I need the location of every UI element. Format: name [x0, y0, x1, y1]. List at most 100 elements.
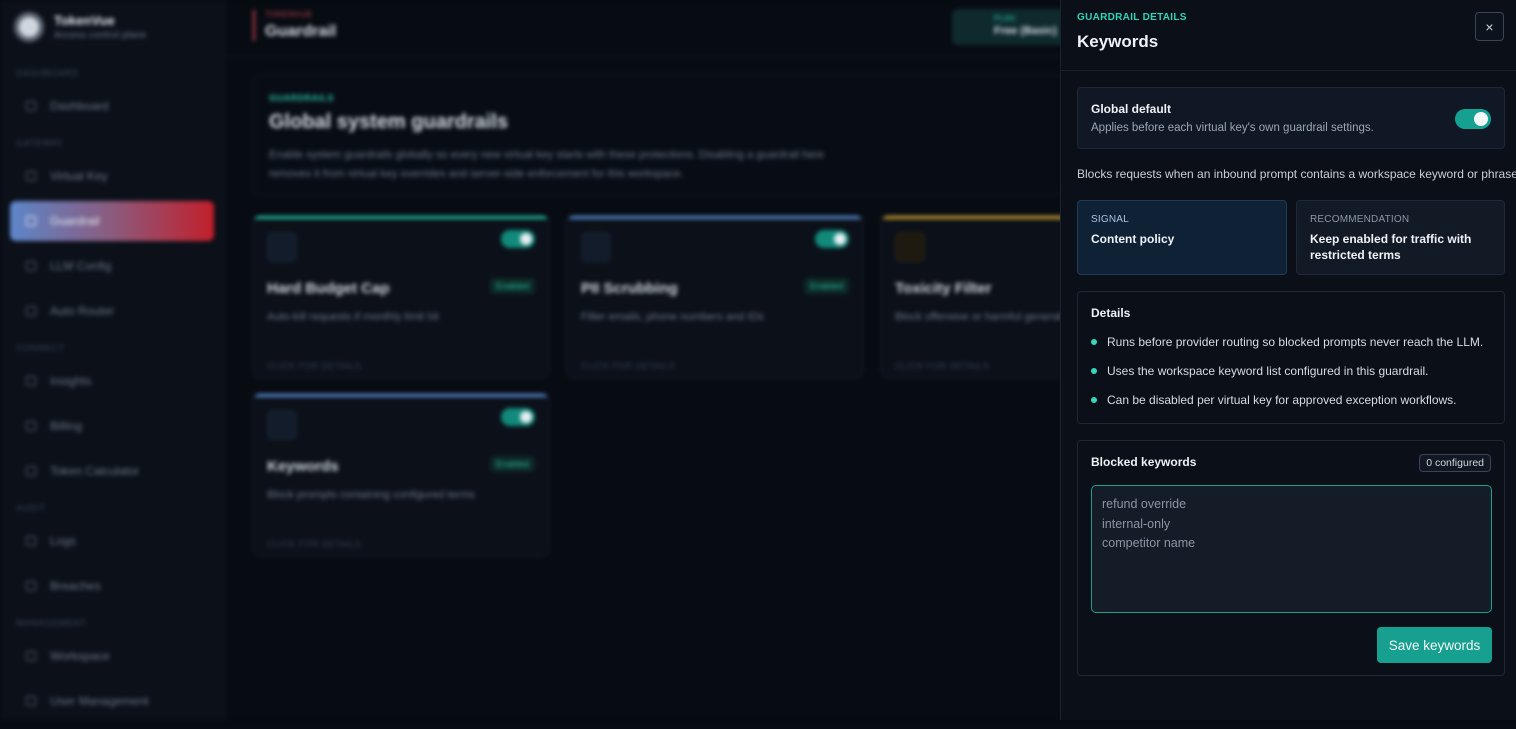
global-default-subtitle: Applies before each virtual key's own gu… — [1091, 122, 1374, 134]
panel-header: GUARDRAIL DETAILS Keywords × — [1061, 0, 1516, 71]
close-icon: × — [1485, 18, 1494, 35]
card-accent-bar — [567, 216, 863, 219]
sidebar-item-label: Billing — [50, 419, 83, 433]
card-details-link[interactable]: CLICK FOR DETAILS — [267, 539, 535, 549]
save-keywords-button[interactable]: Save keywords — [1377, 627, 1492, 663]
sidebar-item-llm-config[interactable]: LLM Config — [10, 246, 214, 286]
global-default-title: Global default — [1091, 102, 1172, 116]
details-item-text: Uses the workspace keyword list configur… — [1107, 364, 1429, 378]
sidebar-item-label: User Management — [50, 694, 149, 708]
key-icon — [26, 171, 36, 181]
sidebar-item-billing[interactable]: Billing — [10, 406, 214, 446]
details-item-text: Runs before provider routing so blocked … — [1107, 335, 1484, 349]
chart-icon — [26, 376, 36, 386]
details-title: Details — [1091, 306, 1131, 320]
signal-card: SIGNAL Content policy — [1077, 200, 1287, 275]
global-default-setting: Global default Applies before each virtu… — [1077, 87, 1505, 149]
sidebar-item-dashboard[interactable]: Dashboard — [10, 86, 214, 126]
hero-title: Global system guardrails — [269, 111, 508, 133]
shield-icon — [895, 232, 925, 262]
signal-value: Content policy — [1091, 232, 1175, 246]
recommendation-card: RECOMMENDATION Keep enabled for traffic … — [1296, 200, 1505, 275]
sidebar-item-workspace[interactable]: Workspace — [10, 636, 214, 676]
plan-badge[interactable]: PLAN Free (Basic) — [952, 9, 1072, 45]
keywords-textarea[interactable] — [1091, 485, 1492, 613]
sidebar-item-user-management[interactable]: User Management — [10, 681, 214, 721]
card-description: Auto-kill requests if monthly limit hit — [267, 311, 439, 323]
guardrail-description: Blocks requests when an inbound prompt c… — [1077, 167, 1516, 181]
brand-name: TokenVue — [54, 13, 115, 28]
grid-icon — [26, 101, 36, 111]
page-title: Guardrail — [265, 23, 337, 40]
sliders-icon — [26, 261, 36, 271]
users-icon — [26, 696, 36, 706]
sidebar-item-label: Workspace — [50, 649, 110, 663]
card-description: Block prompts containing configured term… — [267, 489, 475, 501]
nav-section-connect: Connect — [16, 343, 65, 353]
details-list: Runs before provider routing so blocked … — [1091, 334, 1491, 421]
card-toggle[interactable] — [815, 230, 849, 248]
details-section: Details Runs before provider routing so … — [1077, 291, 1505, 424]
brand-subtitle: Access control plane — [54, 30, 147, 41]
card-accent-bar — [253, 394, 549, 397]
nav-section-dashboard: Dashboard — [16, 68, 79, 78]
sidebar-item-auto-router[interactable]: Auto Router — [10, 291, 214, 331]
sidebar-item-token-calculator[interactable]: Token Calculator — [10, 451, 214, 491]
nav-section-management: Management — [16, 618, 87, 628]
calculator-icon — [26, 466, 36, 476]
signal-label: SIGNAL — [1091, 214, 1129, 225]
sidebar-item-logs[interactable]: Logs — [10, 521, 214, 561]
guardrail-card-hard-budget-cap[interactable]: Hard Budget Cap Enabled Auto-kill reques… — [252, 215, 550, 379]
sidebar-item-label: Token Calculator — [50, 464, 140, 478]
global-default-toggle[interactable] — [1455, 109, 1491, 129]
sidebar-item-label: LLM Config — [50, 259, 112, 273]
home-icon — [26, 651, 36, 661]
sidebar-item-label: Logs — [50, 534, 77, 548]
bullet-dot-icon — [1091, 397, 1097, 403]
recommendation-value: Keep enabled for traffic with restricted… — [1310, 232, 1472, 262]
shield-icon — [26, 216, 36, 226]
bullet-dot-icon — [1091, 368, 1097, 374]
sidebar-item-label: Guardrail — [50, 214, 100, 228]
status-badge: Enabled — [489, 278, 535, 294]
card-details-link[interactable]: CLICK FOR DETAILS — [267, 361, 535, 371]
card-details-link[interactable]: CLICK FOR DETAILS — [581, 361, 849, 371]
sidebar-item-label: Dashboard — [50, 99, 109, 113]
sidebar-item-virtual-key[interactable]: Virtual Key — [10, 156, 214, 196]
list-item: Can be disabled per virtual key for appr… — [1091, 392, 1491, 421]
plan-label: PLAN — [994, 14, 1015, 23]
card-description: Filter emails, phone numbers and IDs — [581, 311, 764, 323]
brand: TokenVue Access control plane — [10, 10, 214, 56]
plan-value: Free (Basic) — [994, 25, 1057, 37]
shield-icon — [581, 232, 611, 262]
panel-title: Keywords — [1077, 32, 1159, 51]
list-item: Uses the workspace keyword list configur… — [1091, 363, 1491, 392]
card-accent-bar — [253, 216, 549, 219]
shield-icon — [267, 410, 297, 440]
card-toggle[interactable] — [501, 230, 535, 248]
sidebar-item-guardrail[interactable]: Guardrail — [10, 201, 214, 241]
guardrail-details-panel: GUARDRAIL DETAILS Keywords × Global defa… — [1060, 0, 1516, 720]
status-badge: Enabled — [803, 278, 849, 294]
status-badge: Enabled — [489, 456, 535, 472]
close-button[interactable]: × — [1475, 12, 1504, 41]
breadcrumb: TOKENVUE Guardrail — [253, 10, 336, 41]
sidebar-item-breaches[interactable]: Breaches — [10, 566, 214, 606]
sidebar-item-label: Insights — [50, 374, 92, 388]
panel-eyebrow: GUARDRAIL DETAILS — [1077, 12, 1187, 23]
list-item: Runs before provider routing so blocked … — [1091, 334, 1491, 363]
shield-icon — [267, 232, 297, 262]
details-item-text: Can be disabled per virtual key for appr… — [1107, 393, 1457, 407]
recommendation-label: RECOMMENDATION — [1310, 214, 1410, 225]
blocked-keywords-section: Blocked keywords 0 configured Save keywo… — [1077, 440, 1505, 676]
guardrail-card-pii-scrubbing[interactable]: PII Scrubbing Enabled Filter emails, pho… — [566, 215, 864, 379]
nav-section-audit: Audit — [16, 503, 46, 513]
sidebar-item-insights[interactable]: Insights — [10, 361, 214, 401]
alert-icon — [26, 581, 36, 591]
nav-section-gateway: Gateway — [16, 138, 64, 148]
guardrail-card-keywords[interactable]: Keywords Enabled Block prompts containin… — [252, 393, 550, 557]
doc-icon — [26, 536, 36, 546]
brand-logo — [14, 12, 44, 42]
sidebar-item-label: Auto Router — [50, 304, 115, 318]
card-toggle[interactable] — [501, 408, 535, 426]
